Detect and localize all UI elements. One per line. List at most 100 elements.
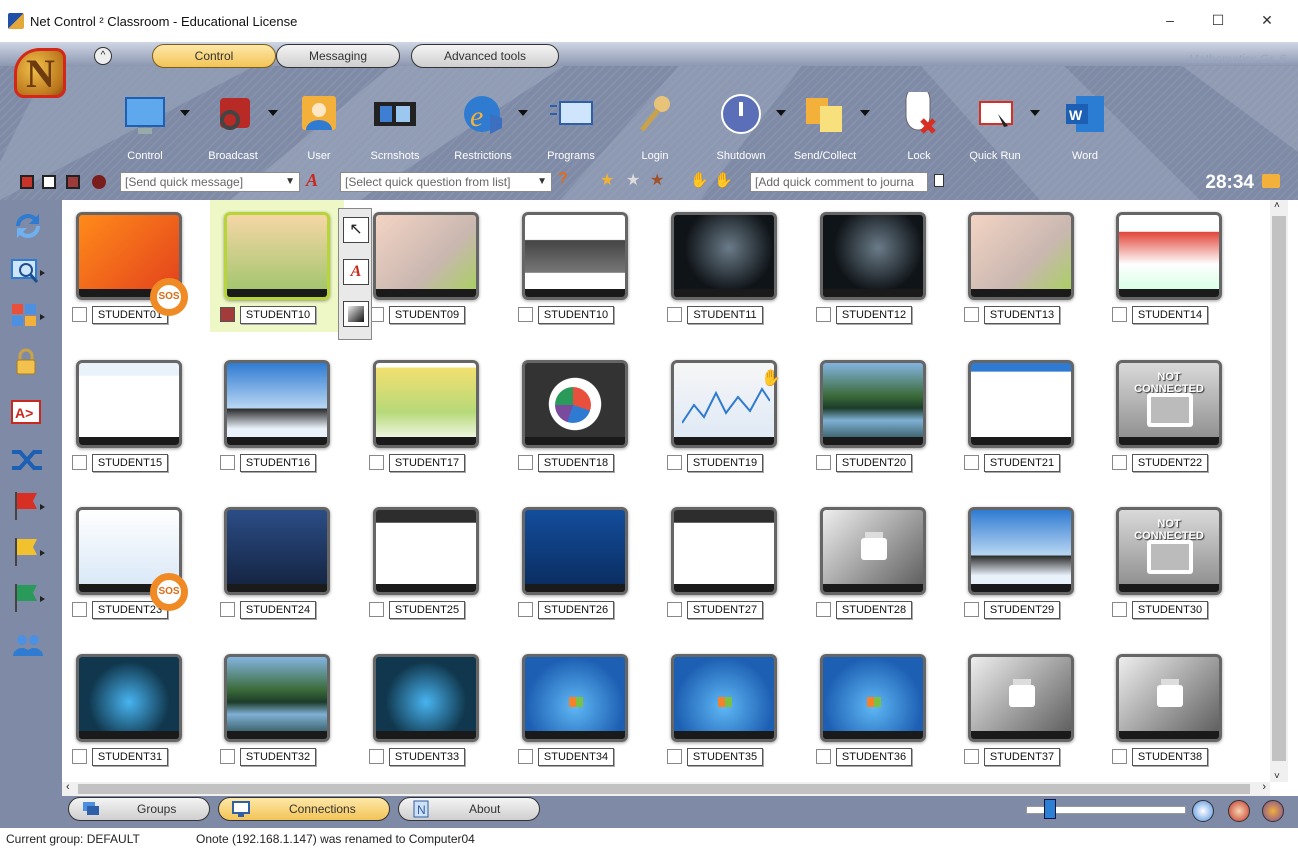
tab-advanced-tools[interactable]: Advanced tools xyxy=(411,44,559,68)
student-tile[interactable]: STUDENT31 xyxy=(62,642,196,774)
student-tile[interactable]: STUDENT01 SOS xyxy=(62,200,196,332)
tab-control[interactable]: Control xyxy=(152,44,276,68)
student-select-checkbox[interactable] xyxy=(72,749,87,764)
tool-login-button[interactable]: Login xyxy=(620,92,690,162)
student-select-checkbox[interactable] xyxy=(964,307,979,322)
tab-connections[interactable]: Connections xyxy=(218,797,390,821)
shuffle-icon[interactable] xyxy=(10,444,46,476)
raise-hand-icon[interactable]: ✋ xyxy=(690,171,709,189)
quick-message-input[interactable]: [Send quick message] xyxy=(125,175,243,189)
silver-star-icon[interactable]: ★ xyxy=(626,170,640,190)
collapse-ribbon-button[interactable]: ^ xyxy=(94,47,112,65)
view-mode-icon[interactable] xyxy=(1192,800,1214,822)
student-select-checkbox[interactable] xyxy=(1112,307,1127,322)
student-tile[interactable]: STUDENT33 xyxy=(359,642,493,774)
tool-dropdown-icon[interactable] xyxy=(776,110,786,116)
horizontal-scroll-thumb[interactable] xyxy=(78,784,1250,794)
tool-dropdown-icon[interactable] xyxy=(518,110,528,116)
student-screen-thumbnail[interactable] xyxy=(224,654,330,742)
student-tile[interactable]: STUDENT35 xyxy=(657,642,791,774)
tool-scrnshots-button[interactable]: Scrnshots xyxy=(360,92,430,162)
refresh-icon[interactable] xyxy=(10,210,46,242)
student-tile[interactable]: STUDENT18 xyxy=(508,348,642,480)
tool-shutdown-button[interactable]: Shutdown xyxy=(706,92,786,162)
select-all-checkbox[interactable] xyxy=(20,175,34,189)
student-screen-thumbnail[interactable] xyxy=(820,360,926,448)
student-select-checkbox[interactable] xyxy=(72,307,87,322)
student-screen-thumbnail[interactable] xyxy=(373,507,479,595)
student-screen-thumbnail[interactable] xyxy=(76,654,182,742)
student-select-checkbox[interactable] xyxy=(1112,749,1127,764)
student-screen-thumbnail[interactable] xyxy=(373,360,479,448)
student-screen-thumbnail[interactable]: NOT CONNECTED xyxy=(1116,360,1222,448)
scroll-up-icon[interactable]: ˄ xyxy=(1274,200,1280,211)
student-select-checkbox[interactable] xyxy=(220,307,235,322)
tab-messaging[interactable]: Messaging xyxy=(276,44,400,68)
student-select-checkbox[interactable] xyxy=(369,602,384,617)
student-tile[interactable]: STUDENT10 xyxy=(508,200,642,332)
student-select-checkbox[interactable] xyxy=(816,455,831,470)
student-tile[interactable]: STUDENT29 xyxy=(954,495,1088,627)
student-select-checkbox[interactable] xyxy=(667,307,682,322)
student-tile[interactable]: STUDENT34 xyxy=(508,642,642,774)
student-tile[interactable]: STUDENT12 xyxy=(806,200,940,332)
timer-menu-icon[interactable] xyxy=(1262,174,1280,188)
student-screen-thumbnail[interactable] xyxy=(522,212,628,300)
student-tile[interactable]: STUDENT20 xyxy=(806,348,940,480)
student-tile[interactable]: STUDENT23 SOS xyxy=(62,495,196,627)
tool-word-button[interactable]: W Word xyxy=(1050,92,1120,162)
student-select-checkbox[interactable] xyxy=(369,749,384,764)
student-select-checkbox[interactable] xyxy=(518,455,533,470)
student-select-checkbox[interactable] xyxy=(667,602,682,617)
student-tile[interactable]: STUDENT27 xyxy=(657,495,791,627)
student-tile[interactable]: STUDENT16 xyxy=(210,348,344,480)
student-screen-thumbnail[interactable] xyxy=(224,360,330,448)
tool-programs-button[interactable]: Programs xyxy=(536,92,606,162)
journal-comment-input[interactable]: [Add quick comment to journa xyxy=(750,172,928,192)
select-none-checkbox[interactable] xyxy=(42,175,56,189)
lower-hand-icon[interactable]: ✋ xyxy=(714,171,733,189)
tool-broadcast-button[interactable]: Broadcast xyxy=(198,92,278,162)
scroll-right-icon[interactable]: › xyxy=(1262,781,1266,793)
tool-user-button[interactable]: User xyxy=(284,92,354,162)
student-screen-thumbnail[interactable] xyxy=(820,654,926,742)
sos-lifebuoy-icon[interactable]: SOS xyxy=(150,278,188,316)
student-screen-thumbnail[interactable] xyxy=(76,360,182,448)
tool-lock-button[interactable]: Lock xyxy=(884,92,954,162)
student-tile[interactable]: STUDENT38 xyxy=(1102,642,1236,774)
student-select-checkbox[interactable] xyxy=(518,602,533,617)
tool-restrictions-button[interactable]: e Restrictions xyxy=(448,92,528,162)
quick-question-combo[interactable]: [Select quick question from list] ▼ xyxy=(340,172,552,192)
student-tile[interactable]: STUDENT25 xyxy=(359,495,493,627)
student-select-checkbox[interactable] xyxy=(220,455,235,470)
student-screen-thumbnail[interactable] xyxy=(820,507,926,595)
gold-star-icon[interactable]: ★ xyxy=(600,170,614,190)
tool-control-button[interactable]: Control xyxy=(110,92,190,162)
send-message-icon[interactable]: A xyxy=(306,170,318,191)
student-screen-thumbnail[interactable] xyxy=(224,212,330,300)
scroll-left-icon[interactable]: ‹ xyxy=(66,781,70,793)
padlock-icon[interactable] xyxy=(10,346,46,378)
student-select-checkbox[interactable] xyxy=(72,602,87,617)
student-screen-thumbnail[interactable] xyxy=(373,654,479,742)
student-tile[interactable]: STUDENT26 xyxy=(508,495,642,627)
student-tile[interactable]: STUDENT21 xyxy=(954,348,1088,480)
student-select-checkbox[interactable] xyxy=(816,307,831,322)
student-tile[interactable]: NOT CONNECTED STUDENT22 xyxy=(1102,348,1236,480)
student-tile[interactable]: STUDENT28 xyxy=(806,495,940,627)
student-select-checkbox[interactable] xyxy=(369,455,384,470)
maximize-button[interactable]: ☐ xyxy=(1203,10,1233,30)
tab-groups[interactable]: Groups xyxy=(68,797,210,821)
student-tile[interactable]: STUDENT11 xyxy=(657,200,791,332)
student-tile[interactable]: STUDENT09 xyxy=(359,200,493,332)
tool-dropdown-icon[interactable] xyxy=(1030,110,1040,116)
student-screen-thumbnail[interactable] xyxy=(671,212,777,300)
send-text-icon[interactable]: A xyxy=(343,259,369,285)
student-tile[interactable]: STUDENT13 xyxy=(954,200,1088,332)
student-tile[interactable]: STUDENT17 xyxy=(359,348,493,480)
tab-about[interactable]: N About xyxy=(398,797,540,821)
student-tile[interactable]: STUDENT37 xyxy=(954,642,1088,774)
remote-pointer-icon[interactable]: ↖ xyxy=(343,217,369,243)
student-select-checkbox[interactable] xyxy=(964,455,979,470)
student-tile[interactable]: STUDENT14 xyxy=(1102,200,1236,332)
